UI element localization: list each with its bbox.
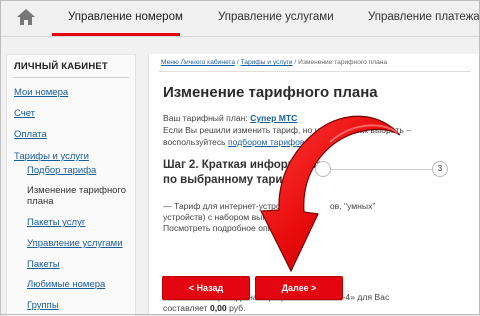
page: Управление номером Управление услугами У… xyxy=(0,0,480,316)
step-circle-3: 3 xyxy=(432,161,448,177)
breadcrumb-link-menu[interactable]: Меню Личного кабинета xyxy=(161,59,235,66)
home-icon[interactable] xyxy=(12,6,40,28)
cost-unit: руб. xyxy=(229,303,246,313)
tariff-description-line1: — Тариф для интернет-устрой ов, "умных" xyxy=(163,201,375,211)
cost-value: 0,00 xyxy=(209,303,227,313)
desc-part-a: — Тариф для интернет-устрой xyxy=(163,201,286,211)
step-title-line2: по выбранному тарифу xyxy=(163,174,299,186)
tab-payments-management[interactable]: Управление платежами xyxy=(368,11,480,23)
sidebar-item-manage-services[interactable]: Управление услугами xyxy=(27,238,123,249)
hint-prefix: воспользуйтесь xyxy=(163,137,226,147)
tariff-description-line2: устройств) с набором выгодн xyxy=(163,212,280,222)
step-circle-2 xyxy=(315,161,331,177)
step-title: Шаг 2. Краткая информация по выбранному … xyxy=(163,158,323,188)
sidebar-item-my-numbers[interactable]: Мои номера xyxy=(14,87,68,98)
tariff-selection-link[interactable]: подбором тарифов xyxy=(228,137,304,147)
sidebar-item-payment[interactable]: Оплата xyxy=(14,129,47,140)
back-button[interactable]: < Назад xyxy=(162,276,250,300)
breadcrumb-separator: / xyxy=(236,59,239,66)
sidebar-title: ЛИЧНЫЙ КАБИНЕТ xyxy=(14,61,108,72)
breadcrumb-link-tariffs[interactable]: Тарифы и услуги xyxy=(241,59,293,66)
tab-services-management[interactable]: Управление услугами xyxy=(218,11,334,23)
sidebar-item-tariffs-services[interactable]: Тарифы и услуги xyxy=(14,151,89,162)
sidebar-item-tariff-selection[interactable]: Подбор тарифа xyxy=(27,165,96,176)
sidebar-divider xyxy=(13,77,129,78)
step-title-line1: Шаг 2. Краткая информация xyxy=(163,159,324,171)
sidebar-item-packages[interactable]: Пакеты xyxy=(27,259,60,270)
sidebar-item-service-packages[interactable]: Пакеты услуг xyxy=(27,217,85,228)
cost-prefix: составляет xyxy=(163,303,208,313)
sidebar: ЛИЧНЫЙ КАБИНЕТ Мои номера Счет Оплата Та… xyxy=(6,54,136,316)
active-tab-indicator xyxy=(52,33,180,36)
next-button[interactable]: Далее > xyxy=(255,276,343,300)
breadcrumb-separator: / xyxy=(294,59,297,66)
sidebar-item-change-tariff[interactable]: Изменение тарифного плана xyxy=(27,185,129,207)
breadcrumb: Меню Личного кабинета / Тарифы и услуги … xyxy=(161,59,387,66)
sidebar-item-groups[interactable]: Группы xyxy=(27,300,59,311)
desc-part-b: ов, "умных" xyxy=(329,201,376,211)
hint-text: Если Вы решили изменить тариф, но не зна… xyxy=(163,125,411,135)
tab-number-management[interactable]: Управление номером xyxy=(68,11,183,23)
current-plan-link[interactable]: Супер МТС xyxy=(250,113,297,123)
hint-text-line2: воспользуйтесь подбором тарифов xyxy=(163,137,304,147)
current-plan-line: Ваш тарифный план: Супер МТС xyxy=(163,113,297,123)
detailed-description-link[interactable]: Посмотреть подробное описан xyxy=(163,223,286,233)
current-plan-label: Ваш тарифный план: xyxy=(163,113,248,123)
sidebar-item-favorite-numbers[interactable]: Любимые номера xyxy=(27,279,105,290)
page-title: Изменение тарифного плана xyxy=(163,84,378,101)
step-progress-track xyxy=(321,169,439,170)
top-nav: Управление номером Управление услугами У… xyxy=(0,0,480,37)
breadcrumb-current: Изменение тарифного плана xyxy=(298,59,388,66)
sidebar-item-account[interactable]: Счет xyxy=(14,108,35,119)
breadcrumb-divider xyxy=(159,71,471,72)
